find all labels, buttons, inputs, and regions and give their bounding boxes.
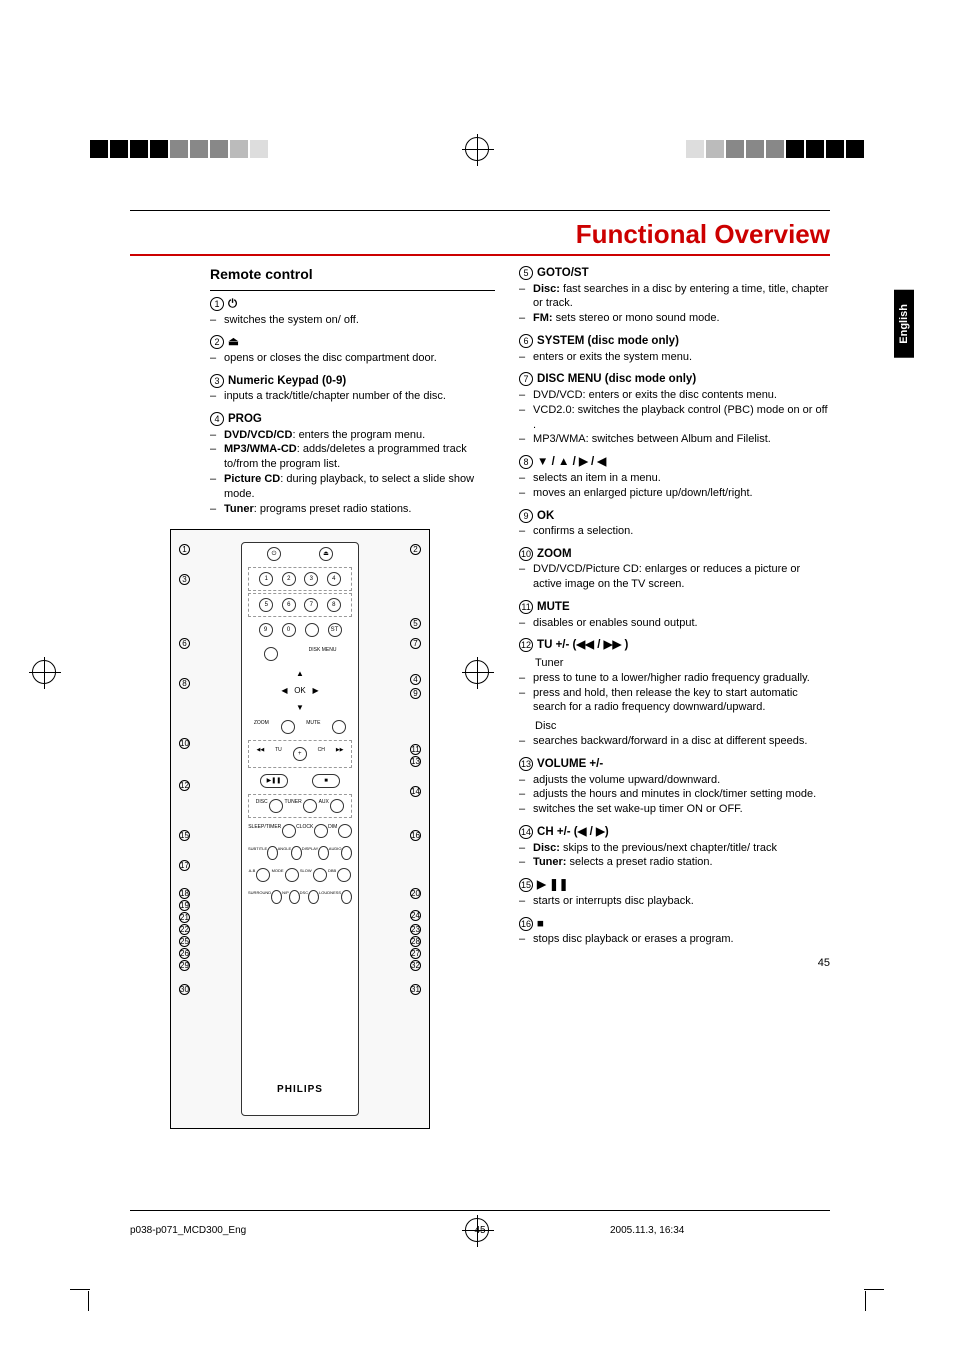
registration-squares-left [90,140,268,158]
item-6: 6SYSTEM (disc mode only) –enters or exit… [519,334,830,364]
registration-target-icon [465,137,489,161]
crop-mark-br [844,1271,884,1311]
item-15: 15▶ ❚❚ –starts or interrupts disc playba… [519,878,830,908]
page-content: Functional Overview Remote control 1⏻ –s… [130,210,830,1129]
registration-squares-right [686,140,864,158]
page-number: 45 [519,957,830,969]
item-1: 1⏻ –switches the system on/ off. [210,297,495,327]
item-3: 3Numeric Keypad (0-9) –inputs a track/ti… [210,374,495,404]
item-11: 11MUTE –disables or enables sound output… [519,600,830,630]
footer-rule [130,1210,830,1211]
footer-date: 2005.11.3, 16:34 [550,1225,830,1236]
item-14: 14CH +/- (◀ / ▶) –Disc: skips to the pre… [519,825,830,870]
page-title: Functional Overview [130,219,830,250]
footer-file: p038-p071_MCD300_Eng [130,1225,410,1236]
item-16: 16■ –stops disc playback or erases a pro… [519,917,830,947]
item-8: 8▼ / ▲ / ▶ / ◀ –selects an item in a men… [519,455,830,500]
language-tab: English [894,290,914,358]
registration-target-bottom-icon [465,1218,489,1242]
item-7: 7DISC MENU (disc mode only) –DVD/VCD: en… [519,372,830,447]
item-12: 12TU +/- (◀◀ / ▶▶ ) Tuner –press to tune… [519,638,830,749]
item-13: 13VOLUME +/- –adjusts the volume upward/… [519,757,830,817]
registration-target-left-icon [32,660,56,684]
philips-logo: PHILIPS [242,1084,358,1095]
remote-control-diagram: ⏻⏏ 1234 5678 90ST DISK MENU ▲ ◀ OK ▶ ▼ Z… [170,529,430,1129]
print-marks-top [0,140,954,170]
item-5: 5GOTO/ST –Disc: fast searches in a disc … [519,266,830,326]
crop-mark-bl [70,1271,110,1311]
remote-control-heading: Remote control [210,266,495,282]
item-4: 4PROG –DVD/VCD/CD: enters the program me… [210,412,495,517]
item-9: 9OK –confirms a selection. [519,509,830,539]
item-2: 2⏏ –opens or closes the disc compartment… [210,335,495,365]
item-10: 10ZOOM –DVD/VCD/Picture CD: enlarges or … [519,547,830,592]
